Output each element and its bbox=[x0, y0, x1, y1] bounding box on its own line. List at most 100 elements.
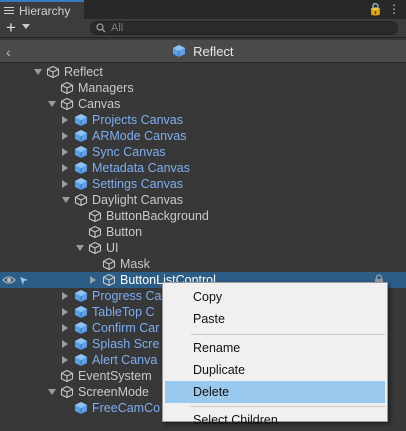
tree-row[interactable]: Mask bbox=[0, 256, 406, 272]
scene-title: Reflect bbox=[0, 44, 406, 59]
menu-item-copy[interactable]: Copy bbox=[163, 286, 387, 308]
hierarchy-icon bbox=[4, 6, 14, 15]
menu-item-label: Paste bbox=[193, 312, 225, 326]
tree-row-label: Settings Canvas bbox=[92, 177, 184, 191]
window-titlebar: Hierarchy 🔒 ⋮ bbox=[0, 0, 406, 19]
search-icon bbox=[96, 23, 106, 36]
tree-row-label: Progress Ca bbox=[92, 289, 162, 303]
tree-row[interactable]: Projects Canvas bbox=[0, 112, 406, 128]
menu-item-paste[interactable]: Paste bbox=[163, 308, 387, 330]
tree-row[interactable]: Button bbox=[0, 224, 406, 240]
menu-item-duplicate[interactable]: Duplicate bbox=[163, 359, 387, 381]
prefab-cube-icon bbox=[74, 161, 88, 175]
menu-item-label: Rename bbox=[193, 341, 241, 355]
gameobject-cube-icon bbox=[102, 257, 116, 271]
expand-down-icon[interactable] bbox=[48, 389, 56, 395]
gameobject-cube-icon bbox=[60, 369, 74, 383]
tree-row-label: Button bbox=[106, 225, 143, 239]
tree-row-label: Splash Scre bbox=[92, 337, 160, 351]
pickable-hand-icon[interactable] bbox=[18, 274, 30, 289]
tree-row-label: Canvas bbox=[78, 97, 121, 111]
tree-row-label: Projects Canvas bbox=[92, 113, 184, 127]
tree-row-label: Managers bbox=[78, 81, 134, 95]
prefab-cube-icon bbox=[74, 353, 88, 367]
add-button[interactable]: + bbox=[6, 19, 16, 36]
prefab-cube-icon bbox=[74, 401, 88, 415]
menu-item-rename[interactable]: Rename bbox=[163, 337, 387, 359]
expand-right-icon[interactable] bbox=[62, 292, 68, 300]
gameobject-cube-icon bbox=[102, 273, 116, 287]
search-input[interactable]: All bbox=[90, 21, 398, 35]
tree-row[interactable]: Metadata Canvas bbox=[0, 160, 406, 176]
tree-row[interactable]: UI bbox=[0, 240, 406, 256]
prefab-cube-icon bbox=[74, 289, 88, 303]
menu-item-label: Select Children bbox=[193, 413, 278, 427]
tree-row[interactable]: Settings Canvas bbox=[0, 176, 406, 192]
prefab-cube-icon bbox=[74, 145, 88, 159]
tree-row-label: Reflect bbox=[64, 65, 103, 79]
expand-right-icon[interactable] bbox=[90, 276, 96, 284]
expand-down-icon[interactable] bbox=[62, 197, 70, 203]
gameobject-cube-icon bbox=[60, 97, 74, 111]
tree-row-label: Alert Canva bbox=[92, 353, 158, 367]
tree-row-label: Sync Canvas bbox=[92, 145, 166, 159]
tree-row[interactable]: Managers bbox=[0, 80, 406, 96]
tree-row-label: Confirm Car bbox=[92, 321, 160, 335]
expand-right-icon[interactable] bbox=[62, 324, 68, 332]
expand-right-icon[interactable] bbox=[62, 308, 68, 316]
scene-name: Reflect bbox=[193, 44, 234, 59]
expand-down-icon[interactable] bbox=[76, 245, 84, 251]
expand-down-icon[interactable] bbox=[48, 101, 56, 107]
tree-row-label: ButtonBackground bbox=[106, 209, 209, 223]
hierarchy-toolbar: + All bbox=[0, 19, 406, 38]
menu-item-select-children[interactable]: Select Children bbox=[163, 409, 387, 431]
gameobject-cube-icon bbox=[46, 65, 60, 79]
tree-row-label: FreeCamCo bbox=[92, 401, 161, 415]
gameobject-cube-icon bbox=[60, 81, 74, 95]
eye-icon[interactable] bbox=[2, 274, 16, 289]
expand-right-icon[interactable] bbox=[62, 132, 68, 140]
tree-row[interactable]: ARMode Canvas bbox=[0, 128, 406, 144]
search-placeholder: All bbox=[111, 22, 124, 34]
tree-row-label: EventSystem bbox=[78, 369, 152, 383]
prefab-cube-icon bbox=[74, 337, 88, 351]
expand-right-icon[interactable] bbox=[62, 356, 68, 364]
tree-row[interactable]: Daylight Canvas bbox=[0, 192, 406, 208]
gameobject-cube-icon bbox=[88, 225, 102, 239]
tree-row-label: Metadata Canvas bbox=[92, 161, 190, 175]
expand-right-icon[interactable] bbox=[62, 180, 68, 188]
tree-row-label: UI bbox=[106, 241, 119, 255]
scene-header: ‹ Reflect bbox=[0, 40, 406, 63]
expand-right-icon[interactable] bbox=[62, 116, 68, 124]
tree-row-label: ARMode Canvas bbox=[92, 129, 187, 143]
expand-right-icon[interactable] bbox=[62, 340, 68, 348]
menu-item-label: Copy bbox=[193, 290, 223, 304]
tree-row[interactable]: Sync Canvas bbox=[0, 144, 406, 160]
menu-item-delete[interactable]: Delete bbox=[165, 381, 385, 403]
expand-right-icon[interactable] bbox=[62, 164, 68, 172]
menu-separator bbox=[191, 334, 385, 335]
tree-row-label: Mask bbox=[120, 257, 150, 271]
prefab-cube-icon bbox=[74, 113, 88, 127]
tree-row[interactable]: Canvas bbox=[0, 96, 406, 112]
menu-item-label: Delete bbox=[193, 385, 230, 399]
tree-row[interactable]: Reflect bbox=[0, 64, 406, 80]
prefab-cube-icon bbox=[74, 305, 88, 319]
expand-right-icon[interactable] bbox=[62, 148, 68, 156]
prefab-cube-icon bbox=[74, 321, 88, 335]
menu-separator bbox=[191, 406, 385, 407]
tab-hierarchy[interactable]: Hierarchy bbox=[0, 0, 84, 19]
chevron-down-icon[interactable] bbox=[22, 24, 30, 29]
tree-row-label: TableTop C bbox=[92, 305, 155, 319]
tree-row-label: ScreenMode bbox=[78, 385, 149, 399]
gameobject-cube-icon bbox=[88, 241, 102, 255]
prefab-cube-icon bbox=[74, 129, 88, 143]
prefab-cube-icon bbox=[74, 177, 88, 191]
gameobject-cube-icon bbox=[88, 209, 102, 223]
tab-label: Hierarchy bbox=[19, 3, 71, 18]
more-options-icon[interactable]: ⋮ bbox=[388, 2, 400, 16]
expand-down-icon[interactable] bbox=[34, 69, 42, 75]
lock-icon[interactable]: 🔒 bbox=[368, 2, 383, 16]
tree-row[interactable]: ButtonBackground bbox=[0, 208, 406, 224]
gameobject-cube-icon bbox=[60, 385, 74, 399]
